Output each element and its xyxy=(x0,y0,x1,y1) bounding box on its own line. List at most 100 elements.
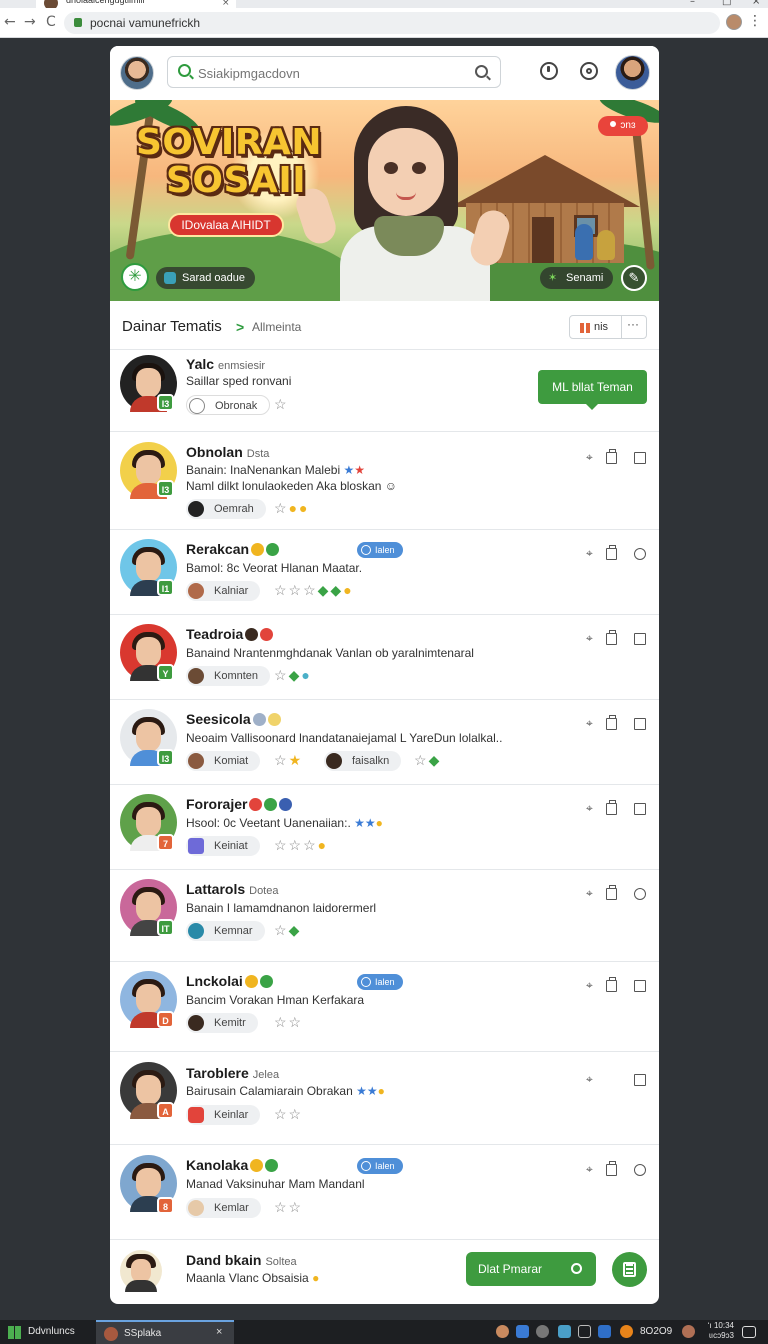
more-options-icon[interactable]: ··· xyxy=(627,317,639,331)
pin-icon[interactable]: ⌖ xyxy=(586,801,593,816)
rating-stars[interactable]: ☆☆☆◆◆● xyxy=(274,582,354,599)
address-bar[interactable]: pocnai vamunefrickh xyxy=(64,12,720,34)
tray-coin-icon[interactable] xyxy=(620,1325,633,1338)
tag-badge[interactable]: Ialen xyxy=(357,1158,403,1174)
rating-stars[interactable]: ☆◆ xyxy=(414,752,441,769)
pin-icon[interactable]: ⌖ xyxy=(586,631,593,646)
archive-icon[interactable] xyxy=(606,800,617,815)
rating-stars[interactable]: ☆☆☆● xyxy=(274,837,328,854)
notes-fab-icon[interactable] xyxy=(612,1252,647,1287)
user-avatar[interactable] xyxy=(120,56,154,90)
clock-icon[interactable] xyxy=(634,888,646,900)
rating-stars[interactable]: ☆●● xyxy=(274,500,309,517)
status-chip[interactable]: Kalniar xyxy=(186,581,261,601)
status-chip[interactable]: Kemitr xyxy=(186,1013,258,1033)
bookmark-icon[interactable] xyxy=(634,1074,646,1086)
tray-user-icon[interactable] xyxy=(682,1325,695,1338)
browser-tab[interactable]: dnolaaicengugtiimili xyxy=(36,0,236,8)
archive-icon[interactable] xyxy=(606,715,617,730)
chevron-right-icon[interactable]: > xyxy=(236,319,244,335)
browser-menu-icon[interactable]: ⋮ xyxy=(748,13,762,29)
pin-icon[interactable]: ⌖ xyxy=(586,716,593,731)
section-subtitle[interactable]: Allmeinta xyxy=(252,320,301,334)
archive-icon[interactable] xyxy=(606,1161,617,1176)
pin-icon[interactable]: ⌖ xyxy=(586,450,593,465)
list-item[interactable]: D Lnckolai Ialen Bancim Vorakan Hman Ker… xyxy=(110,961,659,1051)
pin-icon[interactable]: ⌖ xyxy=(586,978,593,993)
status-chip[interactable]: Kemnar xyxy=(186,921,265,941)
notification-center-icon[interactable] xyxy=(742,1326,756,1338)
list-item[interactable]: Y Teadroia Banaind Nrantenmghdanak Vanla… xyxy=(110,614,659,699)
status-chip[interactable]: Obronak xyxy=(186,395,271,415)
list-item[interactable]: 8 Kanolaka Ialen Manad Vaksinuhar Mam Ma… xyxy=(110,1144,659,1239)
status-chip[interactable]: Keiniat xyxy=(186,836,260,856)
sparkle-icon[interactable]: ✳ xyxy=(121,263,149,291)
list-item[interactable]: A Taroblere Jelea Bairusain Calamiarain O… xyxy=(110,1051,659,1144)
rating-stars[interactable]: ☆☆ xyxy=(274,1199,303,1216)
pin-icon[interactable]: ⌖ xyxy=(586,546,593,561)
status-chip-secondary[interactable]: faisalkn xyxy=(324,751,402,771)
browser-profile-avatar[interactable] xyxy=(726,14,742,30)
window-minimize-icon[interactable]: – xyxy=(690,0,695,7)
status-chip[interactable]: Keinlar xyxy=(186,1105,261,1125)
tag-badge[interactable]: Ialen xyxy=(357,974,403,990)
taskbar-app-button[interactable]: SSplaka × xyxy=(96,1320,234,1344)
bookmark-icon[interactable] xyxy=(634,803,646,815)
chat-icon[interactable] xyxy=(634,1164,646,1176)
pin-icon[interactable]: ⌖ xyxy=(586,1162,593,1177)
hero-banner[interactable]: SOVIRAN SOSAII IDovalaa AIHIDT ɔnɜ ✳ Sar… xyxy=(110,100,659,301)
start-icon[interactable] xyxy=(8,1326,21,1339)
tag-badge[interactable]: Ialen xyxy=(357,542,403,558)
tray-grid-icon[interactable] xyxy=(516,1325,529,1338)
clock-icon[interactable] xyxy=(634,548,646,560)
archive-icon[interactable] xyxy=(606,449,617,464)
tray-display-icon[interactable] xyxy=(598,1325,611,1338)
list-item[interactable]: IT Lattarols Dotea Banain I lamamdnanon l… xyxy=(110,869,659,961)
rating-stars[interactable]: ☆☆ xyxy=(274,1106,303,1123)
system-clock[interactable]: ʻı 10:34 ɩıcɔ9ɔ3 xyxy=(700,1321,734,1341)
rating-stars[interactable]: ☆★ xyxy=(274,752,303,769)
search-submit-icon[interactable] xyxy=(475,65,488,78)
bookmark-icon[interactable] xyxy=(634,452,646,464)
list-item[interactable]: I3 Obnolan Dsta Banain: InaNenankan Maleb… xyxy=(110,431,659,529)
status-chip[interactable]: Komnten xyxy=(186,666,271,686)
tray-network-icon[interactable] xyxy=(558,1325,571,1338)
list-item[interactable]: I1 Rerakcan Ialen Bamol: 8c Veorat Hlana… xyxy=(110,529,659,614)
notification-icon[interactable] xyxy=(540,62,558,80)
grid-icon[interactable] xyxy=(580,323,590,333)
add-friend-button[interactable]: ML bllat Teman xyxy=(538,370,647,410)
window-maximize-icon[interactable]: □ xyxy=(722,0,731,7)
back-button[interactable]: ← xyxy=(4,14,16,30)
pin-icon[interactable]: ⌖ xyxy=(586,1072,593,1087)
pin-icon[interactable]: ⌖ xyxy=(586,886,593,901)
rating-stars[interactable]: ☆◆● xyxy=(274,667,312,684)
rating-stars[interactable]: ☆ xyxy=(274,396,289,413)
window-close-icon[interactable]: × xyxy=(752,0,760,7)
archive-icon[interactable] xyxy=(606,630,617,645)
tray-avatar-icon[interactable] xyxy=(496,1325,509,1338)
bookmark-icon[interactable] xyxy=(634,980,646,992)
banner-edit-icon[interactable]: ✎ xyxy=(621,265,647,291)
archive-icon[interactable] xyxy=(606,545,617,560)
archive-icon[interactable] xyxy=(606,885,617,900)
archive-icon[interactable] xyxy=(606,977,617,992)
list-item-featured[interactable]: I3 Yalc enmsiesir Saillar sped ronvani Ob… xyxy=(110,349,659,431)
banner-right-pill[interactable]: ✶ Senami xyxy=(540,267,614,289)
settings-icon[interactable] xyxy=(580,62,598,80)
list-item[interactable]: I3 Seesicola Neoaim Vallisoonard lnandat… xyxy=(110,699,659,784)
rating-stars[interactable]: ☆◆ xyxy=(274,922,301,939)
status-chip[interactable]: Kemlar xyxy=(186,1198,261,1218)
rating-stars[interactable]: ☆☆ xyxy=(274,1014,303,1031)
tray-account-icon[interactable] xyxy=(536,1325,549,1338)
primary-action-button[interactable]: Dlat Pmarar xyxy=(466,1252,596,1286)
profile-avatar[interactable] xyxy=(615,55,650,90)
status-chip[interactable]: Komiat xyxy=(186,751,261,771)
start-label[interactable]: Ddvnluncs xyxy=(28,1326,75,1337)
forward-button[interactable]: → xyxy=(24,14,36,30)
status-chip[interactable]: Oemrah xyxy=(186,499,266,519)
bookmark-icon[interactable] xyxy=(634,633,646,645)
tab-close-icon[interactable]: × xyxy=(222,0,230,8)
banner-left-pill[interactable]: Sarad oadue xyxy=(156,267,255,289)
search-input[interactable] xyxy=(198,63,468,83)
tray-pen-icon[interactable] xyxy=(578,1325,591,1338)
